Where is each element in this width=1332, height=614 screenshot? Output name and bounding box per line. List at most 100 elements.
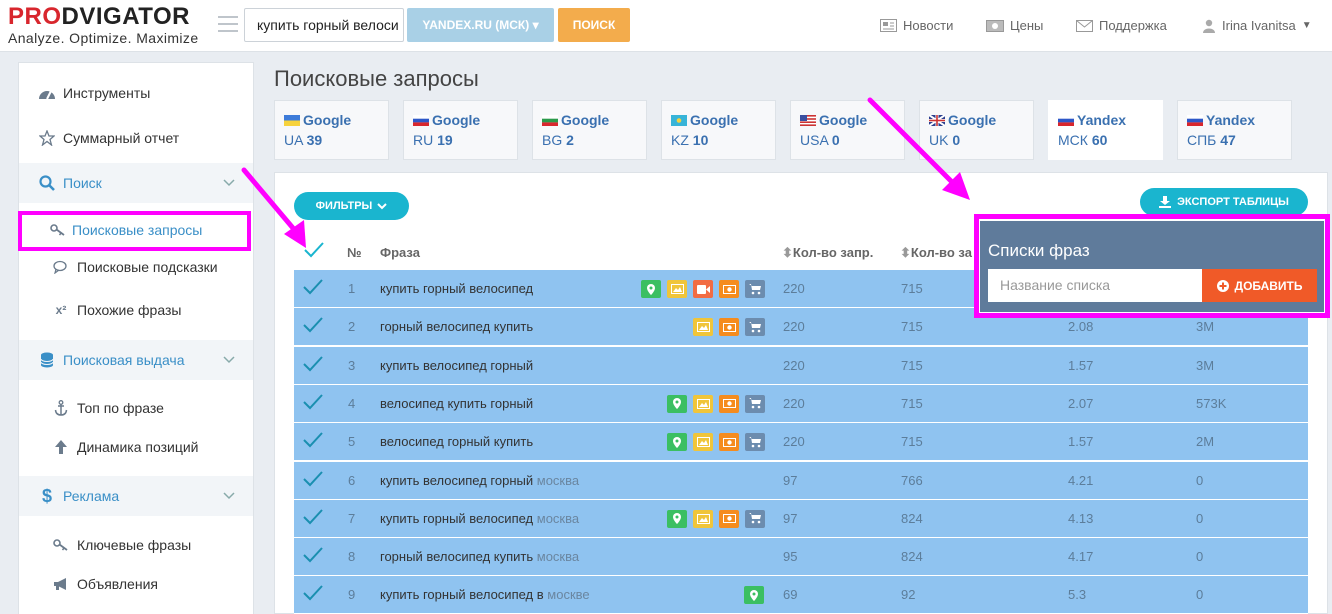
nav-support[interactable]: Поддержка: [1076, 18, 1167, 33]
cart-icon[interactable]: [745, 280, 765, 298]
row-phrase[interactable]: горный велосипед купить москва: [380, 549, 579, 564]
engine-tab-google-ru[interactable]: Google RU 19: [403, 100, 518, 160]
sidebar-item-tools[interactable]: Инструменты: [19, 73, 253, 113]
chevron-down-icon: [223, 356, 235, 364]
check-icon[interactable]: [302, 470, 324, 488]
row-phrase[interactable]: велосипед купить горный: [380, 396, 533, 411]
add-list-button[interactable]: ДОБАВИТЬ: [1202, 269, 1317, 302]
row-phrase[interactable]: купить горный велосипед москва: [380, 511, 579, 526]
engine-tab-yandex-спб[interactable]: Yandex СПБ 47: [1177, 100, 1292, 160]
engine-select[interactable]: YANDEX.RU (МСК) ▾: [407, 8, 554, 42]
column-header-col4[interactable]: ⬍Кол-во за: [900, 245, 972, 261]
engine-region: USA 0: [800, 132, 840, 148]
row-phrase[interactable]: купить горный велосипед: [380, 281, 533, 296]
engine-region: МСК 60: [1058, 132, 1107, 148]
money-icon[interactable]: [719, 280, 739, 298]
row-number: 6: [348, 472, 356, 488]
sidebar-group-search[interactable]: Поиск: [19, 163, 253, 203]
engine-tab-google-ua[interactable]: Google UA 39: [274, 100, 389, 160]
map-marker-icon[interactable]: [667, 394, 687, 413]
export-table-button[interactable]: ЭКСПОРТ ТАБЛИЦЫ: [1140, 188, 1308, 216]
phrase-geo: москва: [536, 549, 580, 565]
check-icon[interactable]: [302, 584, 324, 602]
serp-features: [641, 280, 765, 298]
map-marker-icon[interactable]: [667, 433, 687, 452]
cart-icon[interactable]: [745, 509, 765, 528]
sidebar-item-similar[interactable]: x² Похожие фразы: [19, 291, 253, 329]
money-icon[interactable]: [719, 433, 739, 452]
check-icon[interactable]: [302, 278, 324, 296]
chevron-down-icon: [377, 202, 388, 209]
video-icon[interactable]: [693, 280, 713, 298]
row-col6: 0: [1196, 549, 1204, 565]
table-row[interactable]: 8 горный велосипед купить москва 95 824 4.17…: [294, 538, 1308, 577]
table-row[interactable]: 7 купить горный велосипед москва 97 824 4.13…: [294, 499, 1308, 538]
image-icon[interactable]: [667, 280, 687, 298]
table-row[interactable]: 6 купить велосипед горный москва 97 766 4.21…: [294, 461, 1308, 500]
sidebar-item-label: Поисковые запросы: [72, 222, 203, 238]
check-icon[interactable]: [302, 316, 324, 334]
list-name-input[interactable]: Название списка: [988, 269, 1202, 302]
sidebar-item-keywords[interactable]: Ключевые фразы: [19, 526, 253, 564]
cart-icon[interactable]: [745, 318, 765, 337]
sidebar-item-ads[interactable]: Объявления: [19, 565, 253, 603]
table-row[interactable]: 4 велосипед купить горный 220 715 2.07 573K: [294, 384, 1308, 423]
sidebar-item-search-hints[interactable]: Поисковые подсказки: [19, 248, 253, 286]
sidebar-group-ads[interactable]: $ Реклама: [19, 476, 253, 516]
engine-name: Google: [303, 112, 352, 128]
row-col4: 824: [901, 549, 923, 565]
user-menu[interactable]: Irina Ivanitsa ▼: [1202, 18, 1312, 33]
engine-tab-google-kz[interactable]: Google KZ 10: [661, 100, 776, 160]
check-icon[interactable]: [302, 431, 324, 449]
logo[interactable]: PRODVIGATOR Analyze. Optimize. Maximize: [8, 5, 199, 47]
check-icon[interactable]: [302, 546, 324, 564]
flag-ru-icon: [413, 115, 429, 126]
cart-icon[interactable]: [745, 433, 765, 452]
check-icon[interactable]: [302, 355, 324, 373]
menu-icon[interactable]: [218, 16, 238, 32]
nav-news[interactable]: Новости: [880, 18, 953, 33]
check-icon[interactable]: [302, 393, 324, 411]
sidebar-item-summary[interactable]: Суммарный отчет: [19, 118, 253, 158]
engine-tab-yandex-мск[interactable]: Yandex МСК 60: [1048, 100, 1163, 160]
search-icon: [37, 173, 57, 193]
table-row[interactable]: 9 купить горный велосипед в москве 69 92 5.3…: [294, 576, 1308, 614]
row-phrase[interactable]: купить велосипед горный: [380, 358, 533, 373]
sidebar-item-search-queries[interactable]: Поисковые запросы: [18, 211, 251, 251]
image-icon[interactable]: [693, 509, 713, 528]
sidebar-group-serp[interactable]: Поисковая выдача: [19, 340, 253, 380]
row-col6: 0: [1196, 510, 1204, 526]
column-header-num[interactable]: №: [347, 245, 362, 260]
search-input[interactable]: купить горный велоси: [244, 8, 404, 42]
row-phrase[interactable]: велосипед горный купить: [380, 434, 533, 449]
money-icon[interactable]: [719, 394, 739, 413]
row-phrase[interactable]: купить велосипед горный москва: [380, 473, 579, 488]
row-requests: 220: [783, 319, 805, 335]
flag-ru-icon: [1187, 115, 1203, 126]
map-marker-icon[interactable]: [667, 509, 687, 528]
check-icon[interactable]: [302, 508, 324, 526]
column-header-requests[interactable]: ⬍Кол-во запр.: [782, 245, 873, 261]
money-icon[interactable]: [719, 509, 739, 528]
row-phrase[interactable]: купить горный велосипед в москве: [380, 587, 590, 602]
map-marker-icon[interactable]: [641, 280, 661, 298]
cart-icon[interactable]: [745, 394, 765, 413]
image-icon[interactable]: [693, 318, 713, 337]
column-header-phrase[interactable]: Фраза: [380, 245, 420, 260]
image-icon[interactable]: [693, 433, 713, 452]
image-icon[interactable]: [693, 394, 713, 413]
engine-tab-google-bg[interactable]: Google BG 2: [532, 100, 647, 160]
row-number: 8: [348, 549, 356, 565]
search-button[interactable]: ПОИСК: [558, 8, 630, 42]
row-col5: 1.57: [1068, 357, 1094, 373]
sidebar-item-top-by-phrase[interactable]: Топ по фразе: [19, 389, 253, 427]
plus-circle-icon: [1216, 279, 1229, 292]
money-icon[interactable]: [719, 318, 739, 337]
map-marker-icon[interactable]: [744, 586, 764, 605]
sidebar-item-position-dynamics[interactable]: Динамика позиций: [19, 428, 253, 466]
table-row[interactable]: 5 велосипед горный купить 220 715 1.57 2M: [294, 423, 1308, 462]
table-row[interactable]: 3 купить велосипед горный 220 715 1.57 3M: [294, 346, 1308, 385]
nav-prices[interactable]: Цены: [986, 18, 1043, 33]
row-phrase[interactable]: горный велосипед купить: [380, 319, 533, 334]
row-number: 7: [348, 510, 356, 526]
